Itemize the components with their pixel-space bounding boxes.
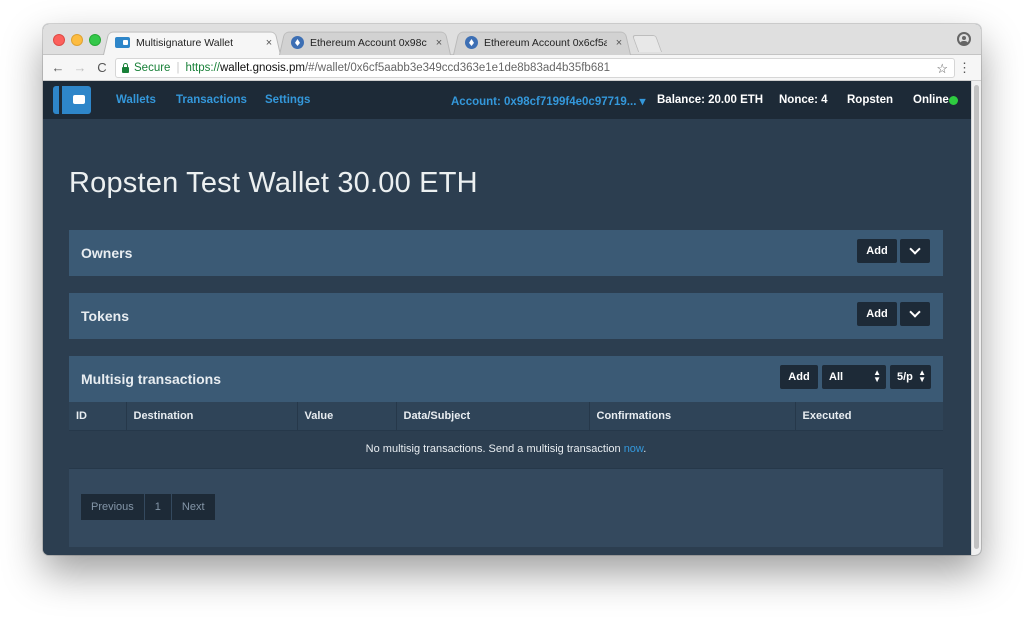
forward-arrow-icon[interactable]: → bbox=[69, 60, 91, 75]
nonce-label: Nonce: 4 bbox=[779, 94, 828, 106]
ethereum-icon bbox=[291, 36, 304, 49]
column-header-confirmations[interactable]: Confirmations bbox=[589, 402, 796, 430]
connection-status: Online bbox=[913, 94, 949, 106]
page-content: Wallets Transactions Settings Account: 0… bbox=[43, 81, 981, 555]
page-scrollbar[interactable] bbox=[971, 81, 981, 555]
pagination-previous-button[interactable]: Previous bbox=[81, 494, 145, 520]
table-header-row: ID Destination Value Data/Subject Confir… bbox=[69, 402, 943, 430]
column-header-destination[interactable]: Destination bbox=[126, 402, 298, 430]
column-header-executed[interactable]: Executed bbox=[795, 402, 943, 430]
maximize-window-button[interactable] bbox=[89, 34, 101, 46]
column-header-id[interactable]: ID bbox=[69, 402, 127, 430]
pagination-next-button[interactable]: Next bbox=[171, 494, 215, 520]
back-arrow-icon[interactable]: ← bbox=[47, 60, 69, 75]
page-size-select[interactable]: 5/p ▲ ▼ bbox=[890, 365, 931, 389]
send-transaction-now-link[interactable]: now bbox=[624, 443, 644, 455]
balance-label: Balance: 20.00 ETH bbox=[657, 94, 764, 106]
wallet-icon bbox=[115, 37, 130, 48]
tab-close-icon[interactable]: × bbox=[263, 37, 275, 49]
scrollbar-thumb[interactable] bbox=[974, 85, 979, 549]
tokens-title: Tokens bbox=[81, 308, 129, 324]
browser-menu-icon[interactable]: ⋮ bbox=[958, 61, 971, 74]
add-token-button[interactable]: Add bbox=[857, 302, 897, 326]
owners-title: Owners bbox=[81, 245, 133, 261]
table-row: No multisig transactions. Send a multisi… bbox=[69, 429, 943, 469]
column-header-data-subject[interactable]: Data/Subject bbox=[396, 402, 590, 430]
multisig-transactions-table: ID Destination Value Data/Subject Confir… bbox=[69, 402, 943, 469]
url-host: wallet.gnosis.pm bbox=[219, 62, 305, 74]
lock-icon bbox=[122, 62, 129, 73]
multisig-transactions-panel: Multisig transactions Add All ▲ ▼ 5/p ▲ ▼ … bbox=[69, 356, 943, 547]
tab-title: Multisignature Wallet bbox=[136, 36, 234, 49]
tab-ethereum-account-1[interactable]: Ethereum Account 0x98cf7199 × bbox=[279, 30, 451, 55]
online-status-icon bbox=[949, 96, 958, 105]
secure-label: Secure bbox=[134, 62, 171, 74]
tab-multisignature-wallet[interactable]: Multisignature Wallet × bbox=[103, 30, 281, 55]
nav-transactions-link[interactable]: Transactions bbox=[176, 94, 247, 106]
ethereum-icon bbox=[465, 36, 478, 49]
pagination-page-1[interactable]: 1 bbox=[144, 494, 172, 520]
tokens-panel: Tokens Add bbox=[69, 293, 943, 339]
browser-window: Multisignature Wallet × Ethereum Account… bbox=[43, 24, 981, 555]
owners-panel: Owners Add bbox=[69, 230, 943, 276]
new-tab-button[interactable] bbox=[631, 35, 663, 52]
tab-strip: Multisignature Wallet × Ethereum Account… bbox=[43, 24, 981, 55]
column-header-value[interactable]: Value bbox=[297, 402, 397, 430]
url-protocol: https:// bbox=[185, 62, 220, 74]
top-navbar: Wallets Transactions Settings Account: 0… bbox=[43, 81, 971, 119]
add-transaction-button[interactable]: Add bbox=[780, 365, 818, 389]
bookmark-star-icon[interactable]: ☆ bbox=[936, 61, 948, 77]
network-label: Ropsten bbox=[847, 94, 893, 106]
address-toolbar: ← → C Secure | https:// wallet.gnosis.pm… bbox=[43, 55, 981, 81]
pagination: Previous 1 Next bbox=[81, 494, 215, 520]
tab-title: Ethereum Account 0x98cf7199 bbox=[310, 36, 427, 49]
nav-settings-link[interactable]: Settings bbox=[265, 94, 310, 106]
minimize-window-button[interactable] bbox=[71, 34, 83, 46]
tab-ethereum-account-2[interactable]: Ethereum Account 0x6cf5aabb × bbox=[453, 30, 631, 55]
multisig-title: Multisig transactions bbox=[81, 371, 222, 387]
gnosis-wallet-logo-icon[interactable] bbox=[53, 86, 91, 114]
page-title: Ropsten Test Wallet 30.00 ETH bbox=[69, 167, 478, 199]
close-window-button[interactable] bbox=[53, 34, 65, 46]
nav-wallets-link[interactable]: Wallets bbox=[116, 94, 156, 106]
tab-close-icon[interactable]: × bbox=[613, 37, 625, 49]
tokens-expand-chevron-icon[interactable] bbox=[900, 302, 930, 326]
account-dropdown[interactable]: Account: 0x98cf7199f4e0c97719... ▾ bbox=[451, 94, 645, 108]
reload-icon[interactable]: C bbox=[91, 60, 113, 75]
transaction-filter-select[interactable]: All ▲ ▼ bbox=[822, 365, 886, 389]
owners-expand-chevron-icon[interactable] bbox=[900, 239, 930, 263]
profile-icon[interactable] bbox=[957, 32, 971, 46]
url-field[interactable]: Secure | https:// wallet.gnosis.pm /#/wa… bbox=[115, 58, 955, 78]
tab-title: Ethereum Account 0x6cf5aabb bbox=[484, 36, 607, 49]
url-path: /#/wallet/0x6cf5aabb3e349ccd363e1e1de8b8… bbox=[304, 62, 611, 74]
add-owner-button[interactable]: Add bbox=[857, 239, 897, 263]
tab-close-icon[interactable]: × bbox=[433, 37, 445, 49]
empty-state-message: No multisig transactions. Send a multisi… bbox=[69, 429, 943, 469]
